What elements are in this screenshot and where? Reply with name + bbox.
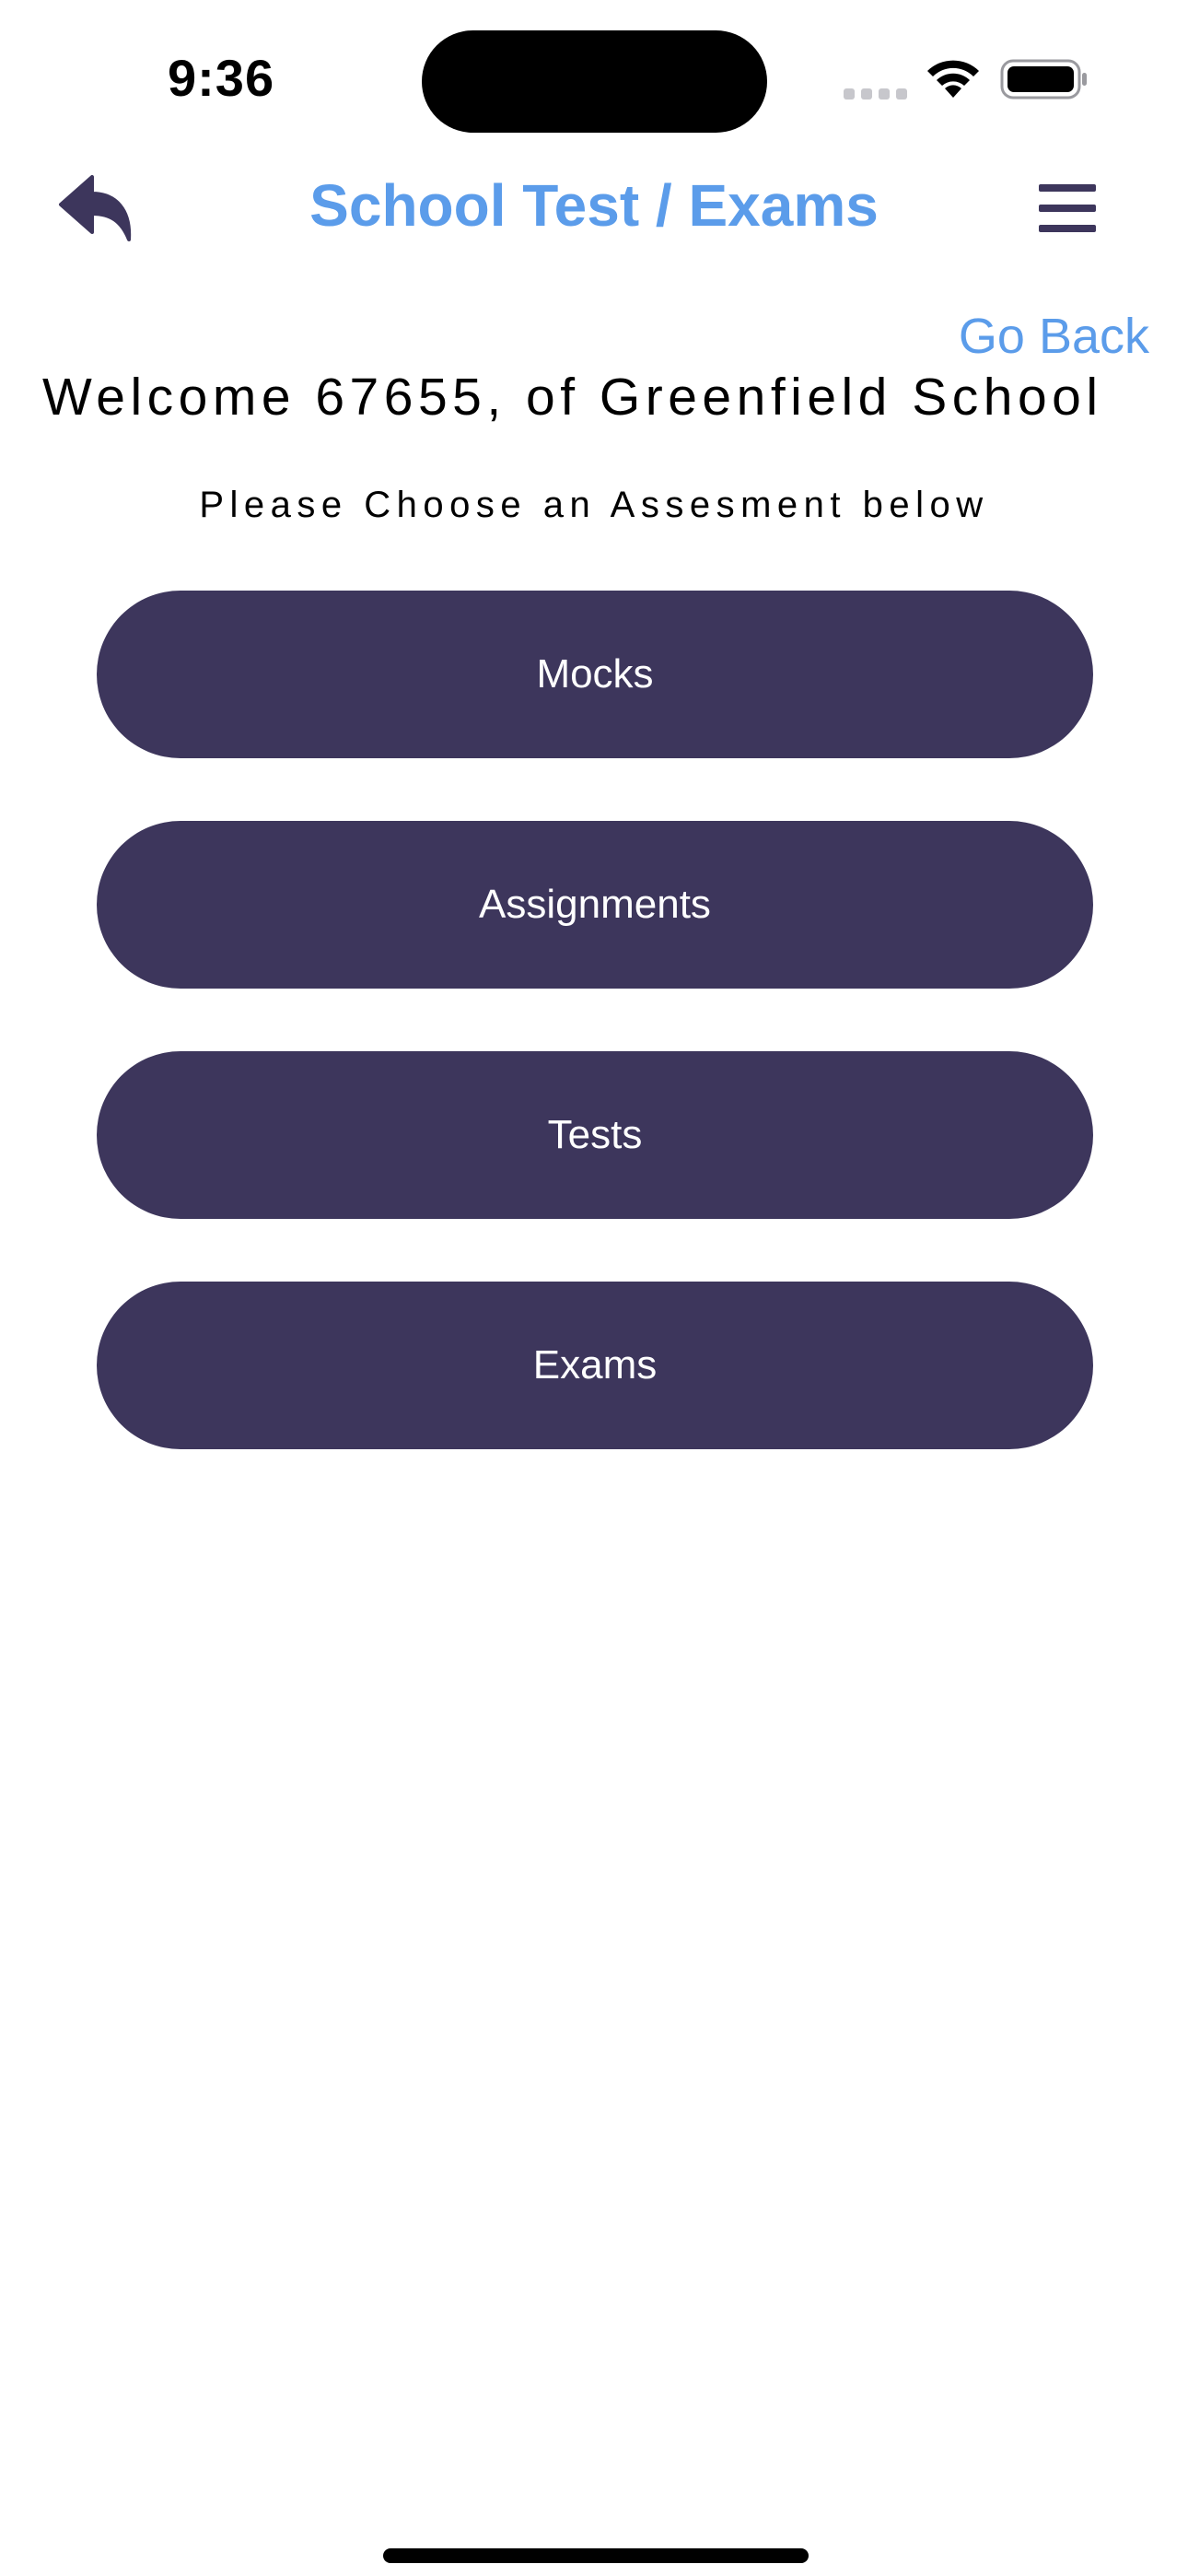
mocks-button[interactable]: Mocks (97, 591, 1093, 758)
battery-icon (1000, 59, 1087, 100)
page-title: School Test / Exams (309, 172, 879, 239)
welcome-text: Welcome 67655, of Greenfield School (42, 368, 1103, 427)
hamburger-menu-icon[interactable] (1039, 184, 1096, 232)
cellular-signal-icon (844, 88, 907, 100)
go-back-link[interactable]: Go Back (959, 308, 1149, 365)
mocks-button-label: Mocks (536, 651, 654, 697)
status-time: 9:36 (168, 49, 275, 107)
dynamic-island (422, 30, 767, 133)
instruction-text: Please Choose an Assesment below (199, 485, 989, 525)
home-indicator[interactable] (383, 2548, 809, 2563)
assignments-button[interactable]: Assignments (97, 821, 1093, 989)
wifi-icon (927, 60, 979, 98)
assignments-button-label: Assignments (479, 882, 711, 927)
tests-button-label: Tests (547, 1112, 643, 1157)
screen: 9:36 School Test / Exams Go Back Welcome… (0, 0, 1188, 2576)
tests-button[interactable]: Tests (97, 1051, 1093, 1219)
exams-button[interactable]: Exams (97, 1282, 1093, 1449)
exams-button-label: Exams (532, 1342, 658, 1388)
